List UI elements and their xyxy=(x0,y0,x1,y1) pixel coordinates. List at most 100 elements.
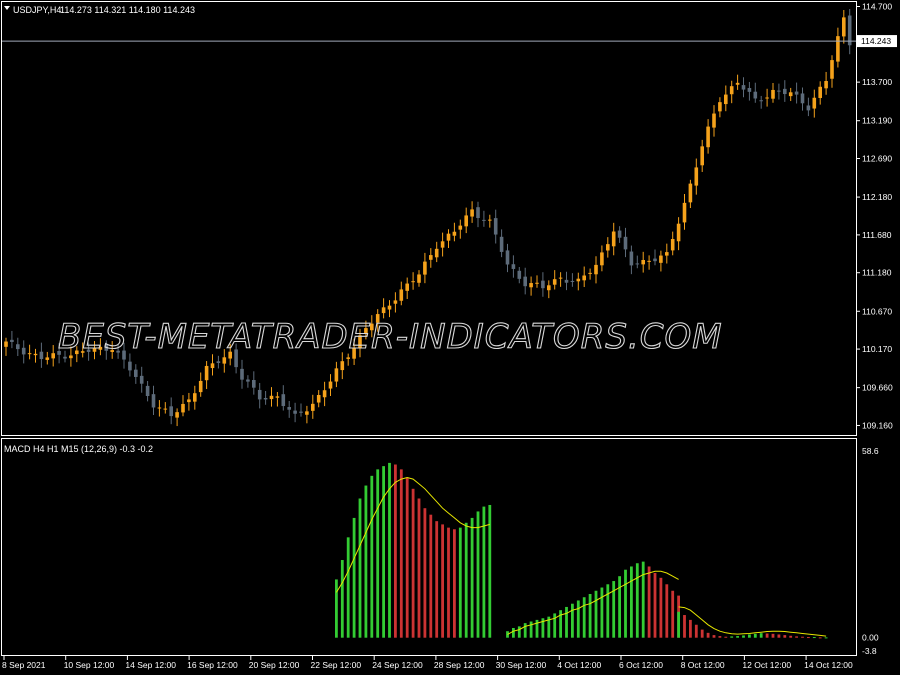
histogram-bar xyxy=(582,597,586,638)
time-axis-label: 20 Sep 12:00 xyxy=(249,660,300,670)
histogram-bar xyxy=(771,633,775,638)
time-axis-label: 8 Oct 12:00 xyxy=(681,660,725,670)
price-axis-label: 109.160 xyxy=(862,420,893,430)
histogram-bar xyxy=(340,560,344,638)
histogram-bar xyxy=(671,590,675,638)
histogram-bar xyxy=(736,636,739,638)
histogram-bar xyxy=(529,621,533,638)
histogram-bar xyxy=(470,517,474,638)
time-axis-label: 14 Oct 12:00 xyxy=(804,660,853,670)
histogram-bar xyxy=(594,590,598,638)
histogram-bar xyxy=(807,637,810,639)
histogram-bar xyxy=(512,627,515,638)
price-axis-label: 110.670 xyxy=(862,306,892,316)
histogram-bar xyxy=(358,498,362,638)
histogram-bar xyxy=(464,522,468,638)
histogram-bar xyxy=(523,623,527,638)
current-price-label: 114.243 xyxy=(857,35,897,48)
histogram-bar xyxy=(370,475,374,638)
histogram-bar xyxy=(677,611,680,638)
price-axis-label: 112.690 xyxy=(862,154,892,164)
histogram-bar xyxy=(600,587,604,638)
histogram-bar xyxy=(606,584,610,638)
histogram-bar xyxy=(789,635,793,638)
histogram-bar xyxy=(683,615,686,638)
svg-text:114.243: 114.243 xyxy=(861,36,891,46)
macd-axis-label: 0.00 xyxy=(862,633,879,643)
histogram-bar xyxy=(795,636,798,638)
histogram-bar xyxy=(618,576,621,638)
histogram-bar xyxy=(748,634,751,638)
time-axis-label: 24 Sep 12:00 xyxy=(372,660,423,670)
histogram-bar xyxy=(517,626,521,638)
histogram-bar xyxy=(630,566,633,638)
histogram-bar xyxy=(429,514,433,638)
histogram-bar xyxy=(441,524,444,638)
macd-axis-label: -3.8 xyxy=(862,646,877,656)
histogram-bar xyxy=(364,485,368,638)
time-axis-label: 12 Oct 12:00 xyxy=(742,660,791,670)
indicator-header: MACD H4 H1 M15 (12,26,9) -0.3 -0.2 xyxy=(4,444,153,454)
histogram-bar xyxy=(588,593,592,638)
histogram-bar xyxy=(435,521,439,638)
histogram-bar xyxy=(724,636,728,638)
histogram-bar xyxy=(812,637,816,639)
histogram-bar xyxy=(411,488,415,638)
histogram-bar xyxy=(565,606,568,638)
histogram-bar xyxy=(706,632,710,638)
histogram-bar xyxy=(700,629,704,638)
histogram-bar xyxy=(576,600,580,638)
macd-axis-label: 58.6 xyxy=(862,446,879,456)
watermark: BEST-METATRADER-INDICATORS.COM xyxy=(58,317,723,357)
histogram-bar xyxy=(612,581,616,638)
time-axis-label: 10 Sep 12:00 xyxy=(64,660,115,670)
histogram-bar xyxy=(718,636,722,638)
price-axis-label: 111.180 xyxy=(862,268,892,278)
price-axis-label: 109.660 xyxy=(862,383,893,393)
histogram-bar xyxy=(641,561,645,638)
histogram-bar xyxy=(417,498,421,638)
histogram-bar xyxy=(818,637,822,639)
time-axis-label: 30 Sep 12:00 xyxy=(496,660,547,670)
histogram-bar xyxy=(458,527,462,638)
time-axis-label: 22 Sep 12:00 xyxy=(311,660,362,670)
price-axis-label: 114.700 xyxy=(862,2,892,12)
histogram-bar xyxy=(742,635,745,638)
histogram-bar xyxy=(694,624,698,638)
time-axis-label: 4 Oct 12:00 xyxy=(557,660,601,670)
price-axis-label: 112.180 xyxy=(862,192,892,202)
histogram-bar xyxy=(635,563,639,638)
histogram-bar xyxy=(665,584,669,638)
histogram-bar xyxy=(647,566,651,638)
histogram-bar xyxy=(376,469,380,638)
symbol-header: USDJPY,H4 114.273 114.321 114.180 114.24… xyxy=(4,5,195,15)
ohlc-values: 114.273 114.321 114.180 114.243 xyxy=(60,5,195,15)
histogram-bar xyxy=(624,569,627,638)
histogram-bar xyxy=(335,579,338,638)
time-axis-label: 8 Sep 2021 xyxy=(2,660,46,670)
histogram-bar xyxy=(653,572,657,638)
histogram-bar xyxy=(352,517,356,638)
histogram-bar xyxy=(553,613,557,638)
price-axis-label: 110.170 xyxy=(862,344,892,354)
histogram-bar xyxy=(453,529,456,638)
histogram-bar xyxy=(346,537,350,638)
time-axis-label: 28 Sep 12:00 xyxy=(434,660,485,670)
histogram-bar xyxy=(801,636,804,638)
histogram-bar xyxy=(824,637,828,639)
histogram-bar xyxy=(405,477,409,638)
trading-chart[interactable]: 114.700 113.700 113.190 112.690 112.180 111.6… xyxy=(0,0,900,675)
histogram-bar xyxy=(399,469,403,638)
histogram-bar xyxy=(689,619,692,638)
histogram-bar xyxy=(730,636,734,638)
histogram-bar xyxy=(783,635,787,638)
histogram-bar xyxy=(476,511,480,638)
histogram-bar xyxy=(571,603,574,638)
histogram-bar xyxy=(777,634,781,638)
price-axis-label: 113.190 xyxy=(862,116,892,126)
histogram-bar xyxy=(447,527,450,638)
price-axis-label: 113.700 xyxy=(862,77,892,87)
histogram-bar xyxy=(394,464,397,638)
histogram-bar xyxy=(712,635,716,638)
histogram-bar xyxy=(382,466,385,638)
